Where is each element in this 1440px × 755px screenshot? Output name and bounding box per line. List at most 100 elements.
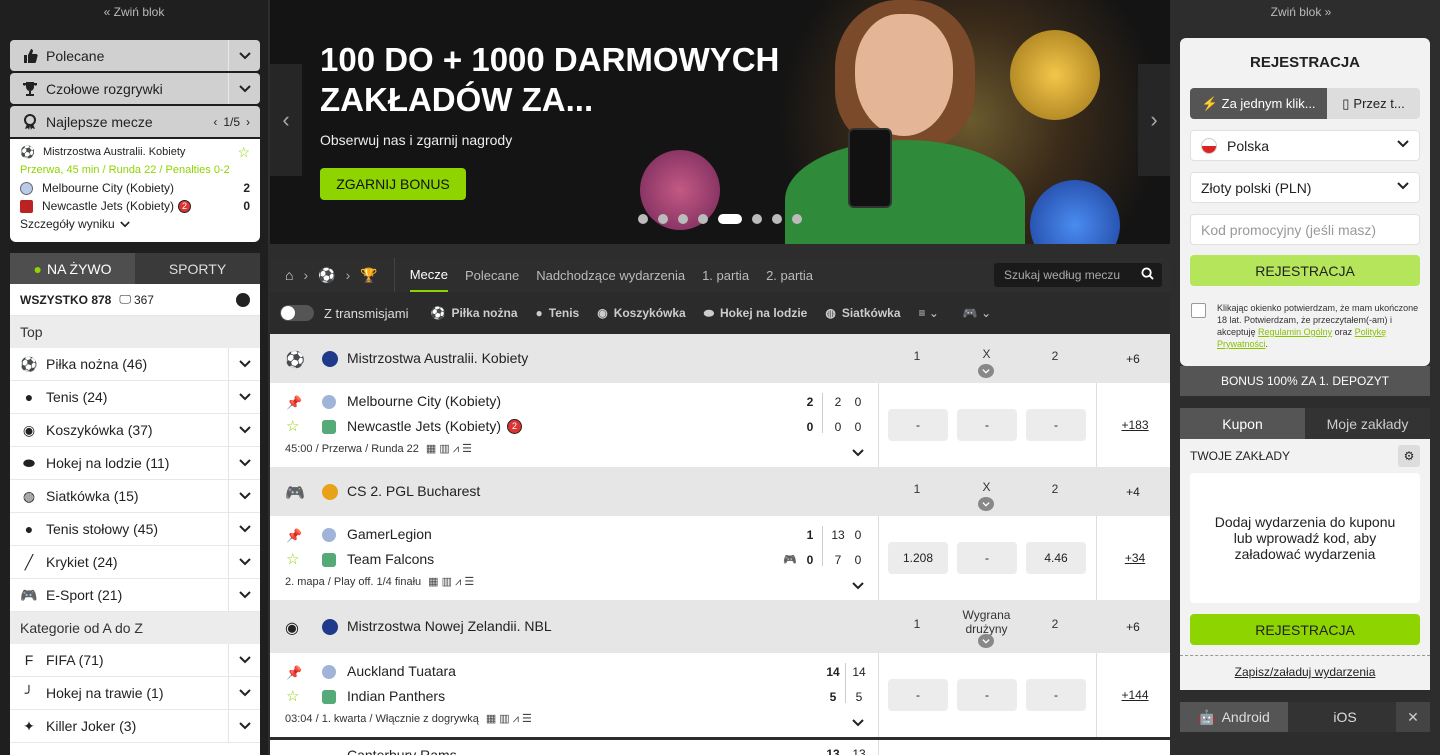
chevron-down-icon[interactable] bbox=[852, 719, 864, 727]
nav-tab[interactable]: 2. partia bbox=[766, 258, 813, 292]
chevron-down-icon[interactable] bbox=[228, 479, 260, 513]
terms-link[interactable]: Regulamin Ogólny bbox=[1258, 327, 1332, 337]
globe-icon[interactable] bbox=[236, 292, 250, 307]
league-header[interactable]: ⚽ Mistrzostwa Australii. Kobiety 1 X 2 +… bbox=[270, 334, 1170, 383]
league-header[interactable]: 🎮 CS 2. PGL Bucharest 1 X 2 +4 bbox=[270, 467, 1170, 516]
collapse-right-button[interactable]: Zwiń blok » bbox=[1172, 5, 1430, 19]
odds-button[interactable]: - bbox=[888, 409, 948, 441]
gear-icon[interactable]: ⚙ bbox=[1398, 445, 1420, 467]
filter-chip[interactable]: ⚽ Piłka nożna bbox=[431, 306, 518, 321]
register-button[interactable]: REJESTRACJA bbox=[1190, 255, 1420, 286]
tab-my-bets[interactable]: Moje zakłady bbox=[1305, 408, 1430, 439]
sport-row[interactable]: ╱ Krykiet (24) bbox=[10, 545, 260, 579]
currency-select[interactable]: Złoty polski (PLN) bbox=[1190, 172, 1420, 203]
tab-one-click[interactable]: ⚡ Za jednym klik... bbox=[1190, 88, 1327, 119]
menu-recommended[interactable]: Polecane bbox=[10, 40, 260, 71]
banner-prev-button[interactable]: ‹ bbox=[270, 64, 302, 176]
bonus-banner[interactable]: BONUS 100% ZA 1. DEPOZYT bbox=[1180, 366, 1430, 396]
ios-app-button[interactable]: iOS bbox=[1288, 702, 1396, 732]
promo-banner[interactable]: ‹ › 100 DO + 1000 DARMOWYCH ZAKŁADÓW ZA.… bbox=[270, 0, 1170, 244]
chevron-down-icon[interactable] bbox=[978, 497, 994, 511]
soccer-ball-icon[interactable]: ⚽ bbox=[318, 267, 335, 284]
sport-row[interactable]: ⚽ Piłka nożna (46) bbox=[10, 347, 260, 381]
claim-bonus-button[interactable]: ZGARNIJ BONUS bbox=[320, 168, 466, 200]
country-select[interactable]: Polska bbox=[1190, 130, 1420, 161]
chevron-down-icon[interactable] bbox=[852, 449, 864, 457]
more-markets[interactable]: +4 bbox=[1120, 485, 1146, 499]
home-icon[interactable]: ⌂ bbox=[285, 267, 293, 283]
nav-tab[interactable]: 1. partia bbox=[702, 258, 749, 292]
event-row[interactable]: 📌 ☆ Auckland Tuatara Indian Panthers 14 1… bbox=[270, 653, 1170, 737]
chevron-down-icon[interactable] bbox=[228, 512, 260, 546]
stats-icon[interactable]: ▦ ▥ ⩘ ☰ bbox=[428, 575, 474, 589]
sport-row[interactable]: 🎮 E-Sport (21) bbox=[10, 578, 260, 612]
pagination-dot[interactable] bbox=[698, 214, 708, 224]
stats-icon[interactable]: ▦ ▥ ⩘ ☰ bbox=[426, 442, 472, 456]
odds-button[interactable]: - bbox=[957, 679, 1017, 711]
search-input[interactable]: Szukaj według meczu bbox=[994, 263, 1162, 287]
banner-next-button[interactable]: › bbox=[1138, 64, 1170, 176]
collapse-left-button[interactable]: « Zwiń blok bbox=[0, 5, 268, 19]
odds-button[interactable]: - bbox=[1026, 679, 1086, 711]
more-sports-icon[interactable]: ≡ ⌄ bbox=[919, 306, 939, 320]
star-icon[interactable]: ☆ bbox=[286, 417, 299, 435]
pin-icon[interactable]: 📌 bbox=[286, 395, 302, 411]
stats-icon[interactable]: ▦ ▥ ⩘ ☰ bbox=[486, 712, 532, 726]
pagination-dot[interactable] bbox=[772, 214, 782, 224]
chevron-down-icon[interactable] bbox=[228, 446, 260, 480]
chevron-down-icon[interactable] bbox=[228, 347, 260, 381]
next-arrow-icon[interactable]: › bbox=[246, 115, 250, 129]
close-icon[interactable]: ✕ bbox=[1396, 702, 1430, 732]
odds-button[interactable]: - bbox=[957, 409, 1017, 441]
tab-by-phone[interactable]: ▯ Przez t... bbox=[1327, 88, 1420, 119]
sport-row[interactable]: ◍ Siatkówka (15) bbox=[10, 479, 260, 513]
chevron-down-icon[interactable] bbox=[228, 709, 260, 743]
chevron-down-icon[interactable] bbox=[852, 582, 864, 590]
more-markets[interactable]: +6 bbox=[1120, 352, 1146, 366]
promo-code-input[interactable]: Kod promocyjny (jeśli masz) bbox=[1190, 214, 1420, 245]
sport-row[interactable]: ⬬ Hokej na lodzie (11) bbox=[10, 446, 260, 480]
android-app-button[interactable]: 🤖 Android bbox=[1180, 702, 1288, 732]
more-markets[interactable]: +6 bbox=[1120, 620, 1146, 634]
tab-coupon[interactable]: Kupon bbox=[1180, 408, 1305, 439]
tab-sports[interactable]: SPORTY bbox=[135, 253, 260, 284]
chevron-down-icon[interactable] bbox=[228, 643, 260, 677]
gamepad-icon[interactable]: 🎮 ⌄ bbox=[963, 306, 991, 320]
pagination-dot[interactable] bbox=[678, 214, 688, 224]
chevron-down-icon[interactable] bbox=[228, 676, 260, 710]
pagination-dot[interactable] bbox=[752, 214, 762, 224]
pagination-dot[interactable] bbox=[792, 214, 802, 224]
menu-best-matches[interactable]: Najlepsze mecze ‹ 1/5 › bbox=[10, 106, 260, 137]
save-load-events-link[interactable]: Zapisz/załaduj wydarzenia bbox=[1180, 665, 1430, 679]
all-markets-link[interactable]: +183 bbox=[1120, 418, 1150, 432]
pin-icon[interactable]: 📌 bbox=[286, 665, 302, 681]
league-header[interactable]: ◉ Mistrzostwa Nowej Zelandii. NBL 1 Wygr… bbox=[270, 600, 1170, 653]
event-row[interactable]: Canterbury Rams 13 13 bbox=[270, 740, 1170, 755]
chevron-down-icon[interactable] bbox=[228, 73, 260, 104]
odds-button[interactable]: 1.208 bbox=[888, 542, 948, 574]
best-match-card[interactable]: ⚽ Mistrzostwa Australii. Kobiety ☆ Przer… bbox=[10, 139, 260, 242]
star-icon[interactable]: ☆ bbox=[237, 144, 250, 161]
filter-chip[interactable]: ⬬ Hokej na lodzie bbox=[704, 306, 808, 321]
chevron-down-icon[interactable] bbox=[228, 413, 260, 447]
chevron-down-icon[interactable] bbox=[228, 380, 260, 414]
odds-button[interactable]: 4.46 bbox=[1026, 542, 1086, 574]
chevron-down-icon[interactable] bbox=[978, 364, 994, 378]
menu-top-events[interactable]: Czołowe rozgrywki bbox=[10, 73, 260, 104]
event-row[interactable]: 📌 ☆ GamerLegion Team Falcons 🎮 1 13 0 0 7 0 2… bbox=[270, 516, 1170, 600]
sport-row[interactable]: ● Tenis stołowy (45) bbox=[10, 512, 260, 546]
all-markets-link[interactable]: +144 bbox=[1120, 688, 1150, 702]
odds-button[interactable]: - bbox=[957, 542, 1017, 574]
pagination-dot[interactable] bbox=[718, 214, 742, 224]
event-row[interactable]: 📌 ☆ Melbourne City (Kobiety) Newcastle J… bbox=[270, 383, 1170, 467]
odds-button[interactable]: - bbox=[1026, 409, 1086, 441]
pin-icon[interactable]: 📌 bbox=[286, 528, 302, 544]
chevron-down-icon[interactable] bbox=[228, 40, 260, 71]
chevron-down-icon[interactable] bbox=[228, 545, 260, 579]
score-details-link[interactable]: Szczegóły wyniku bbox=[20, 215, 250, 233]
nav-tab[interactable]: Nadchodzące wydarzenia bbox=[536, 258, 685, 292]
all-events-row[interactable]: WSZYSTKO 878 🖵 367 bbox=[10, 284, 260, 316]
filter-chip[interactable]: ◍ Siatkówka bbox=[825, 306, 900, 321]
all-markets-link[interactable]: +34 bbox=[1120, 551, 1150, 565]
sport-row[interactable]: ╯ Hokej na trawie (1) bbox=[10, 676, 260, 710]
